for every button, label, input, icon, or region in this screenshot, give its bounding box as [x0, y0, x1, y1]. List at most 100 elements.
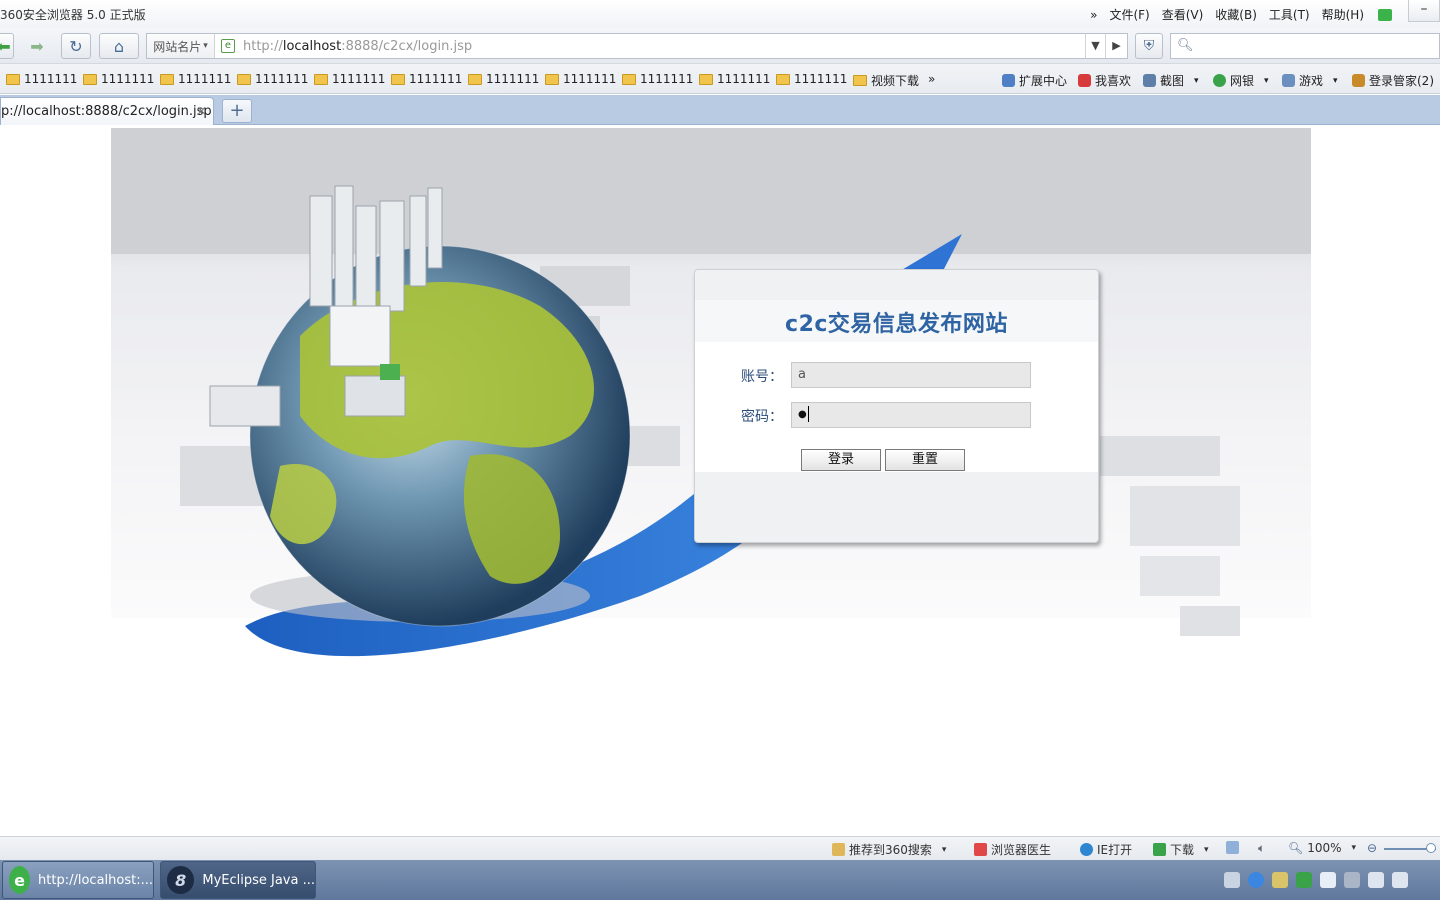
bookmark-item[interactable]: 视频下载	[853, 72, 919, 89]
tab-bar: p://localhost:8888/c2cx/login.jsp × +	[0, 95, 1440, 125]
os-taskbar: e http://localhost:... 8 MyEclipse Java …	[0, 860, 1440, 900]
search-tray-icon[interactable]	[1248, 872, 1264, 888]
taskbar-item-label: http://localhost:...	[38, 872, 153, 888]
password-input[interactable]: ●	[791, 402, 1031, 428]
url-text[interactable]: http://localhost:8888/c2cx/login.jsp	[243, 39, 1085, 54]
extensions-center-button[interactable]: 扩展中心	[1002, 72, 1067, 89]
url-history-dropdown[interactable]: ▼	[1085, 34, 1105, 58]
network-tray-icon[interactable]	[1272, 872, 1288, 888]
minus-circle-icon: ⊖	[1367, 841, 1378, 855]
bookmark-item[interactable]: 1111111	[237, 72, 308, 86]
screenshot-button[interactable]: 截图 ▾	[1143, 72, 1199, 89]
zoom-dropdown[interactable]: 🔍︎ 100% ▾	[1288, 841, 1356, 855]
menu-tools[interactable]: 工具(T)	[1269, 6, 1310, 23]
zoom-level: 100%	[1307, 841, 1342, 855]
games-button[interactable]: 游戏 ▾	[1282, 72, 1338, 89]
home-icon: ⌂	[113, 36, 125, 56]
site-cards-label: 网站名片	[153, 39, 202, 54]
folder-icon	[237, 73, 251, 85]
download-arrow-icon	[1153, 843, 1166, 856]
zoom-slider-handle[interactable]	[1426, 843, 1436, 853]
folder-icon	[776, 73, 790, 85]
favorites-like-button[interactable]: 我喜欢	[1078, 72, 1131, 89]
heart-icon	[1078, 74, 1091, 87]
account-label: 账号：	[741, 369, 783, 385]
taskbar-item-myeclipse[interactable]: 8 MyEclipse Java ...	[160, 861, 316, 899]
bookmark-item[interactable]: 1111111	[314, 72, 385, 86]
menu-favorites[interactable]: 收藏(B)	[1215, 6, 1257, 23]
bookmark-item[interactable]: 1111111	[6, 72, 77, 86]
tab-title: p://localhost:8888/c2cx/login.jsp	[1, 104, 212, 119]
reset-button[interactable]: 重置	[885, 449, 965, 471]
back-button[interactable]: ⬅	[0, 33, 14, 59]
bookmark-label: 视频下载	[871, 74, 920, 88]
bookmark-item[interactable]: 1111111	[699, 72, 770, 86]
bookmark-label: 1111111	[486, 72, 540, 86]
go-button[interactable]: ▶	[1105, 34, 1127, 58]
bookmark-label: 1111111	[794, 72, 848, 86]
window-mode-button[interactable]	[1226, 841, 1239, 854]
nvidia-icon[interactable]	[1296, 872, 1312, 888]
tab-login-page[interactable]: p://localhost:8888/c2cx/login.jsp ×	[0, 97, 214, 125]
screenshot-label: 截图	[1160, 74, 1185, 88]
url-host: localhost	[282, 38, 342, 54]
refresh-button[interactable]: ↻	[61, 33, 91, 59]
keyboard-icon[interactable]	[1224, 872, 1240, 888]
bookmark-label: 1111111	[332, 72, 386, 86]
site-cards-dropdown[interactable]: 网站名片 ▾	[147, 34, 215, 58]
mute-button[interactable]: 🔈︎	[1258, 841, 1265, 856]
ie-open-button[interactable]: IE打开	[1080, 841, 1132, 858]
close-tab-icon[interactable]: ×	[196, 98, 207, 125]
bookmark-label: 1111111	[563, 72, 617, 86]
gamepad-icon	[1282, 74, 1295, 87]
login-manager-button[interactable]: 登录管家(2)	[1352, 72, 1434, 89]
new-tab-button[interactable]: +	[222, 99, 252, 123]
bookmark-item[interactable]: 1111111	[776, 72, 847, 86]
bookmark-item[interactable]: 1111111	[391, 72, 462, 86]
site-title: c2c交易信息发布网站	[785, 312, 1008, 337]
chevron-right-icon[interactable]: »	[1090, 8, 1097, 22]
chevron-down-icon: ▾	[941, 844, 947, 855]
folder-icon	[6, 73, 20, 85]
extensions-label: 扩展中心	[1019, 74, 1068, 88]
address-bar[interactable]: 网站名片 ▾ e http://localhost:8888/c2cx/logi…	[146, 33, 1128, 59]
folder-icon	[699, 73, 713, 85]
security-button[interactable]: ⛨	[1135, 33, 1163, 59]
folder-icon	[853, 75, 867, 86]
favorites-like-label: 我喜欢	[1095, 74, 1132, 88]
download-button[interactable]: 下载 ▾	[1153, 841, 1209, 858]
zoom-out-button[interactable]: ⊖	[1367, 841, 1377, 855]
bookmarks-more-button[interactable]: »	[928, 72, 935, 86]
tools-tray-icon[interactable]	[1344, 872, 1360, 888]
network-connection-icon[interactable]	[1368, 872, 1384, 888]
menu-view[interactable]: 查看(V)	[1162, 6, 1204, 23]
360-safe-icon[interactable]	[1320, 872, 1336, 888]
search-input[interactable]: 🔍︎	[1170, 33, 1440, 59]
bookmark-item[interactable]: 1111111	[83, 72, 154, 86]
minimize-button[interactable]: –	[1408, 0, 1440, 22]
chevron-down-icon: ▾	[1194, 75, 1199, 86]
browser-doctor-label: 浏览器医生	[991, 843, 1052, 857]
account-input[interactable]: a	[791, 362, 1031, 388]
forward-button[interactable]: ➡	[20, 33, 54, 59]
password-label: 密码：	[741, 409, 783, 425]
login-button[interactable]: 登录	[801, 449, 881, 471]
bookmark-item[interactable]: 1111111	[160, 72, 231, 86]
bookmark-item[interactable]: 1111111	[468, 72, 539, 86]
menu-file[interactable]: 文件(F)	[1109, 6, 1149, 23]
menu-help[interactable]: 帮助(H)	[1322, 6, 1364, 23]
bookmark-label: 1111111	[717, 72, 771, 86]
taskbar-item-browser[interactable]: e http://localhost:...	[2, 861, 154, 899]
folder-icon	[391, 73, 405, 85]
home-button[interactable]: ⌂	[99, 33, 139, 59]
bookmark-item[interactable]: 1111111	[622, 72, 693, 86]
recommend-360-search-button[interactable]: 推荐到360搜索 ▾	[832, 841, 946, 858]
folder-icon	[622, 73, 636, 85]
browser-doctor-button[interactable]: 浏览器医生	[974, 841, 1051, 858]
bookmark-item[interactable]: 1111111	[545, 72, 616, 86]
skin-icon[interactable]	[1378, 8, 1392, 21]
menu-bar: » 文件(F) 查看(V) 收藏(B) 工具(T) 帮助(H)	[1090, 6, 1392, 23]
360-browser-icon: e	[9, 866, 31, 894]
online-banking-button[interactable]: 网银 ▾	[1213, 72, 1269, 89]
volume-icon[interactable]	[1392, 872, 1408, 888]
